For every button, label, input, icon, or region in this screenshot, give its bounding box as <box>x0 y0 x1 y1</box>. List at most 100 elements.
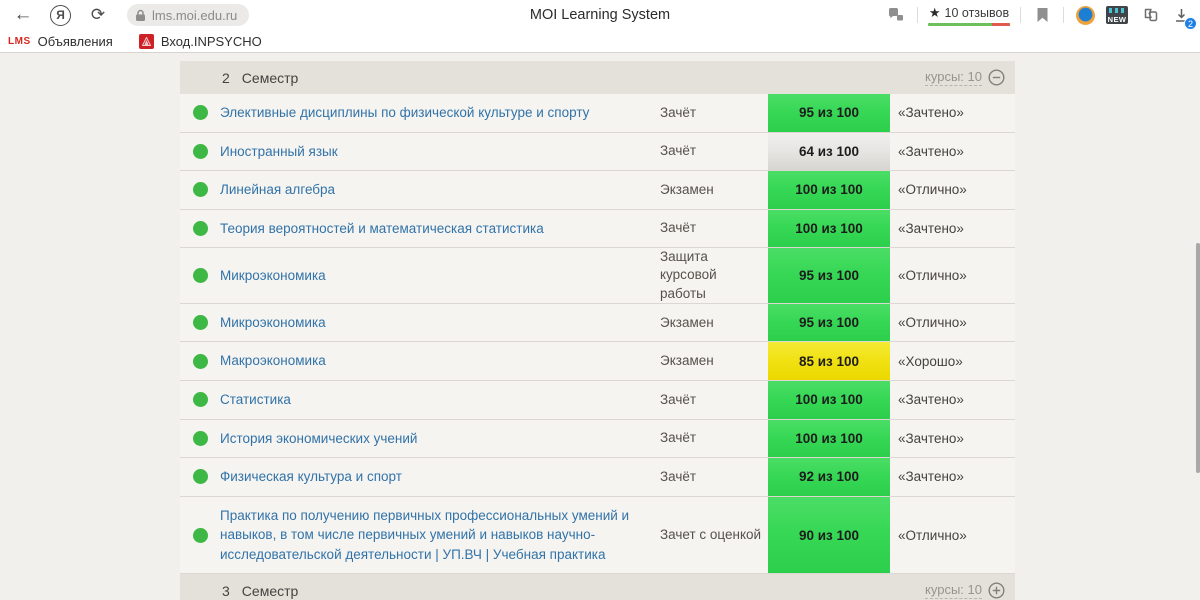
exam-type: Экзамен <box>660 314 714 330</box>
course-status-cell <box>180 469 220 485</box>
lock-icon <box>135 9 146 22</box>
extension-icon[interactable] <box>1074 4 1096 26</box>
score-cell: 95 из 100 <box>768 94 890 132</box>
course-status-cell <box>180 268 220 284</box>
exam-type: Экзамен <box>660 353 714 369</box>
exam-type: Зачёт <box>660 430 697 446</box>
table-row: Статистика Зачёт 100 из 100 «Зачтено» <box>180 381 1015 420</box>
inpsycho-favicon <box>138 33 154 49</box>
exam-type: Зачет с оценкой <box>660 526 762 542</box>
course-link[interactable]: Иностранный язык <box>220 144 338 159</box>
course-status-cell <box>180 392 220 408</box>
course-status-cell <box>180 182 220 198</box>
bookmark-inpsycho-login[interactable]: Вход.INPSYCHO <box>138 33 262 49</box>
refresh-button[interactable]: ⟳ <box>83 2 113 28</box>
course-link[interactable]: Микроэкономика <box>220 315 326 330</box>
course-status-cell <box>180 105 220 121</box>
course-status-cell <box>180 220 220 236</box>
course-name-cell: Микроэкономика <box>220 257 660 295</box>
course-name-cell: Физическая культура и спорт <box>220 458 660 496</box>
table-row: Микроэкономика Экзамен 95 из 100 «Отличн… <box>180 303 1015 343</box>
score-cell: 92 из 100 <box>768 458 890 496</box>
reviews-count: 10 отзывов <box>944 5 1010 20</box>
table-row: Иностранный язык Зачёт 64 из 100 «Зачтен… <box>180 132 1015 172</box>
green-status-dot-icon <box>192 105 208 121</box>
semester-label: Семестр <box>241 69 299 86</box>
new-movies-icon[interactable]: NEW <box>1106 4 1128 26</box>
course-name-cell: Микроэкономика <box>220 304 660 342</box>
course-name-cell: Иностранный язык <box>220 133 660 171</box>
score-cell: 90 из 100 <box>768 496 890 574</box>
protect-icon[interactable] <box>885 4 907 26</box>
green-status-dot-icon <box>192 392 208 408</box>
course-link[interactable]: Элективные дисциплины по физической куль… <box>220 105 589 120</box>
course-link[interactable]: Линейная алгебра <box>220 182 335 197</box>
course-link[interactable]: История экономических учений <box>220 431 417 446</box>
vertical-scrollbar[interactable] <box>1196 243 1200 473</box>
yandex-home-icon[interactable]: Я <box>50 4 71 26</box>
course-name-cell: Практика по получению первичных професси… <box>220 497 660 574</box>
table-row: Микроэкономика Защита курсовой работы 95… <box>180 248 1015 304</box>
semester-number: 2 <box>222 69 230 86</box>
semester-courses-toggle[interactable]: курсы: 10 <box>925 582 1005 600</box>
score-cell: 95 из 100 <box>768 248 890 303</box>
table-row: История экономических учений Зачёт 100 и… <box>180 419 1015 459</box>
course-name-cell: Теория вероятностей и математическая ста… <box>220 210 660 248</box>
green-status-dot-icon <box>192 469 208 485</box>
green-status-dot-icon <box>192 527 208 543</box>
semester-2-header: 2 Семестр курсы: 10 <box>180 61 1015 94</box>
course-link[interactable]: Физическая культура и спорт <box>220 469 402 484</box>
collapse-minus-icon[interactable] <box>988 69 1005 86</box>
collections-icon[interactable] <box>1138 4 1160 26</box>
green-status-dot-icon <box>192 182 208 198</box>
score-cell: 100 из 100 <box>768 209 890 248</box>
course-status-cell <box>180 143 220 159</box>
bookmark-announcements[interactable]: LMS Объявления <box>8 34 113 49</box>
grade-text: «Отлично» <box>898 268 967 284</box>
score-cell: 95 из 100 <box>768 303 890 342</box>
course-link[interactable]: Статистика <box>220 392 291 407</box>
grade-text: «Отлично» <box>898 182 967 198</box>
grade-text: «Отлично» <box>898 315 967 331</box>
bookmarks-bar: LMS Объявления Вход.INPSYCHO <box>0 30 1200 53</box>
course-name-cell: Элективные дисциплины по физической куль… <box>220 94 660 132</box>
bookmark-icon[interactable] <box>1031 4 1053 26</box>
course-link[interactable]: Практика по получению первичных професси… <box>220 508 629 562</box>
site-reviews-button[interactable]: ★ 10 отзывов <box>928 5 1010 26</box>
score-cell: 100 из 100 <box>768 171 890 209</box>
expand-plus-icon[interactable] <box>988 582 1005 599</box>
green-status-dot-icon <box>192 430 208 446</box>
table-row: Теория вероятностей и математическая ста… <box>180 209 1015 249</box>
table-row: Физическая культура и спорт Зачёт 92 из … <box>180 458 1015 497</box>
course-name-cell: История экономических учений <box>220 420 660 458</box>
course-link[interactable]: Теория вероятностей и математическая ста… <box>220 221 544 236</box>
exam-type: Зачёт <box>660 468 697 484</box>
lms-page: 2 Семестр курсы: 10 Элективные дисциплин… <box>0 53 1200 600</box>
course-name-cell: Макроэкономика <box>220 342 660 380</box>
grade-text: «Зачтено» <box>898 430 964 446</box>
green-status-dot-icon <box>192 353 208 369</box>
course-status-cell <box>180 353 220 369</box>
toolbar-separator <box>1020 7 1021 23</box>
toolbar-separator <box>917 7 918 23</box>
star-icon: ★ <box>928 4 941 20</box>
semester-label: Семестр <box>241 582 299 599</box>
lms-favicon: LMS <box>8 35 31 47</box>
green-status-dot-icon <box>192 143 208 159</box>
course-link[interactable]: Микроэкономика <box>220 268 326 283</box>
course-name-cell: Статистика <box>220 381 660 419</box>
grade-text: «Зачтено» <box>898 469 964 485</box>
score-cell: 85 из 100 <box>768 342 890 381</box>
exam-type: Зачёт <box>660 391 697 407</box>
table-row: Элективные дисциплины по физической куль… <box>180 94 1015 133</box>
address-bar[interactable]: lms.moi.edu.ru <box>127 4 250 26</box>
grade-text: «Зачтено» <box>898 220 964 236</box>
score-cell: 64 из 100 <box>768 132 890 171</box>
downloads-button[interactable]: 2 <box>1170 4 1197 30</box>
course-link[interactable]: Макроэкономика <box>220 353 326 368</box>
back-button[interactable]: ← <box>8 2 38 28</box>
downloads-count-badge: 2 <box>1184 17 1197 30</box>
course-name-cell: Линейная алгебра <box>220 171 660 209</box>
semester-courses-toggle[interactable]: курсы: 10 <box>925 69 1005 86</box>
table-row: Макроэкономика Экзамен 85 из 100 «Хорошо… <box>180 342 1015 382</box>
